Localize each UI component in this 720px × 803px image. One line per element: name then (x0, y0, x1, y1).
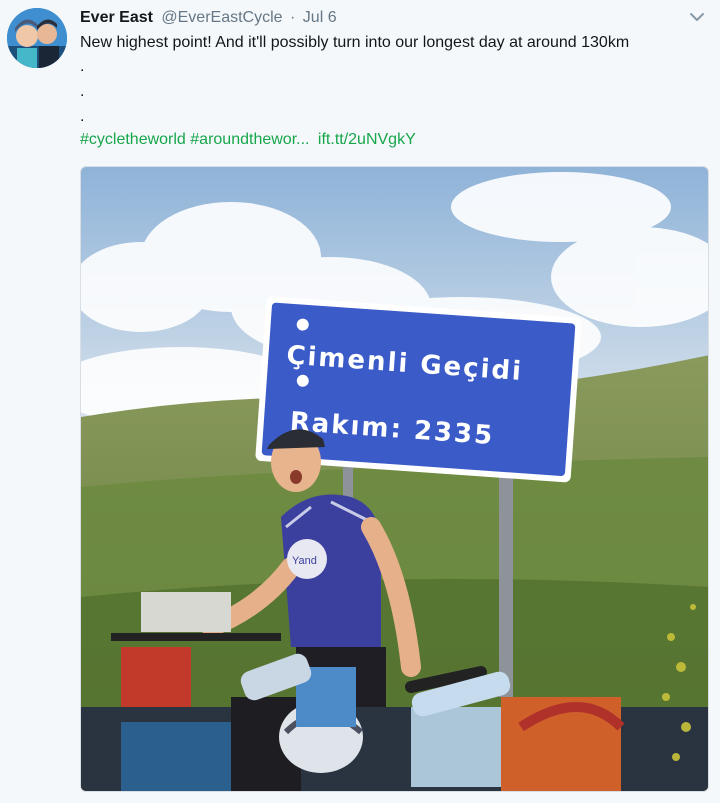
shirt-logo-text: Yand (292, 555, 317, 567)
tweet-date[interactable]: Jul 6 (303, 9, 337, 26)
tweet-dot-line: . (80, 108, 85, 125)
chevron-down-icon[interactable] (688, 8, 706, 26)
author-avatar[interactable] (7, 8, 67, 68)
tweet-photo[interactable]: Çimenli Geçidi Rakım: 2335 Yand (80, 166, 709, 792)
hashtag-links[interactable]: #cycletheworld #aroundthewor... (80, 131, 309, 148)
author-name[interactable]: Ever East (80, 9, 153, 26)
short-link[interactable]: ift.tt/2uNVgkY (318, 131, 416, 148)
tweet-dot-line: . (80, 58, 85, 75)
tweet-links: #cycletheworld #aroundthewor... ift.tt/2… (80, 129, 629, 151)
author-handle[interactable]: @EverEastCycle (161, 9, 282, 26)
tweet-text: New highest point! And it'll possibly tu… (80, 32, 629, 151)
tweet-text-line: New highest point! And it'll possibly tu… (80, 34, 630, 51)
tweet-dot-line: . (80, 83, 85, 100)
tweet-header: Ever East @EverEastCycle · Jul 6 (80, 8, 337, 28)
header-separator: · (290, 9, 296, 26)
